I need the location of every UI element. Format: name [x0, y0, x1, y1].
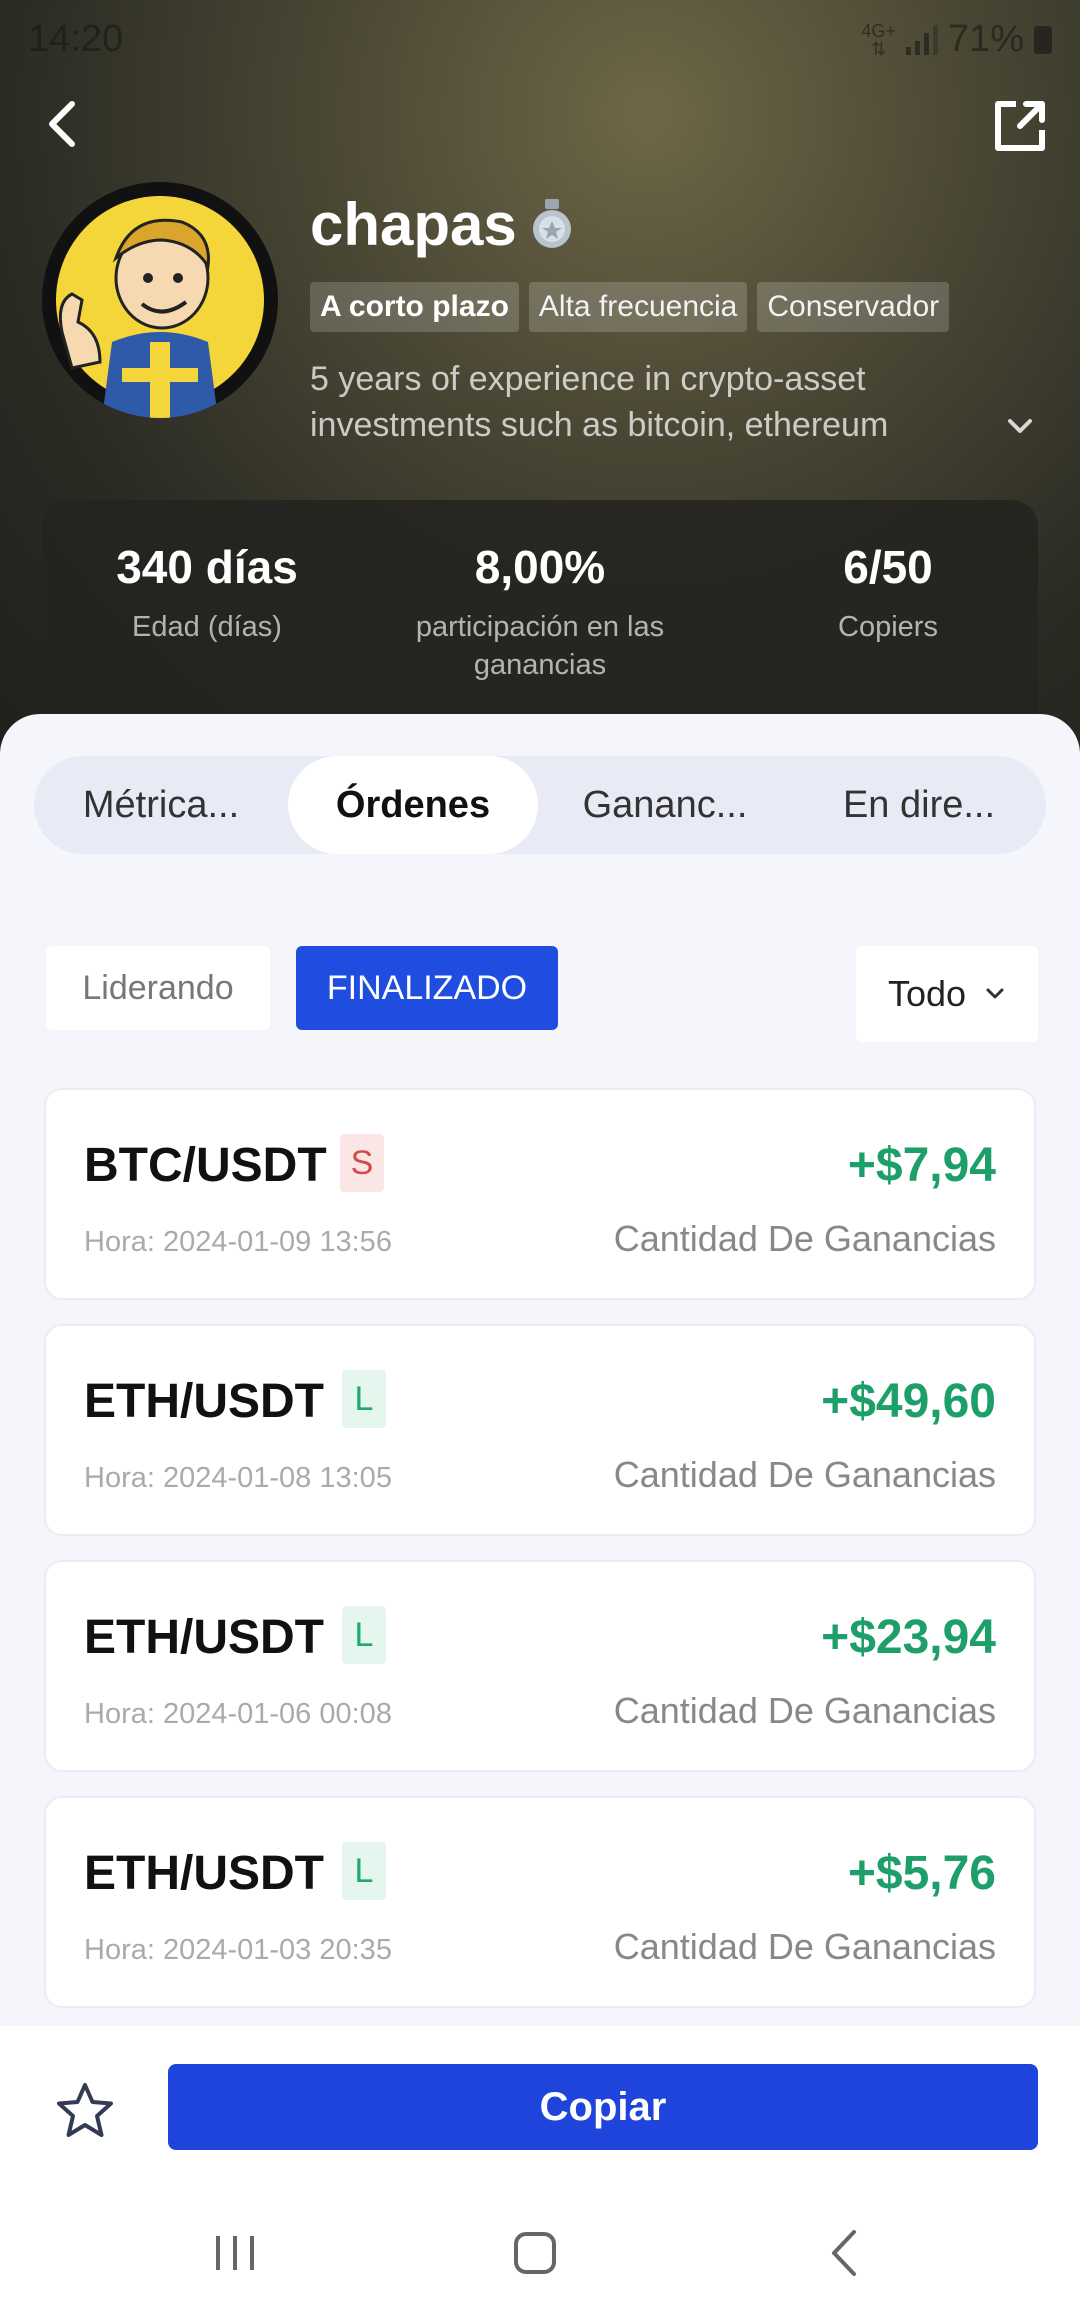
favorite-button[interactable] — [54, 2080, 116, 2142]
battery-icon — [1034, 25, 1052, 54]
trader-name: chapas — [310, 191, 517, 258]
data-arrows-icon: ⇅ — [871, 38, 887, 59]
tab-live[interactable]: En dire... — [792, 756, 1046, 854]
tag-list: A corto plazo Alta frecuencia Conservado… — [310, 282, 950, 332]
order-card[interactable]: ETH/USDT L +$49,60 Hora: 2024-01-08 13:0… — [44, 1324, 1036, 1536]
order-pnl-label: Cantidad De Ganancias — [613, 1218, 996, 1259]
share-button[interactable] — [990, 96, 1050, 156]
segment-finished[interactable]: FINALIZADO — [296, 946, 558, 1030]
filter-value: Todo — [887, 973, 967, 1014]
tag-frequency: Alta frecuencia — [528, 282, 748, 332]
medal-icon — [532, 198, 571, 248]
order-side-badge: L — [342, 1842, 386, 1900]
recents-icon — [216, 2236, 254, 2270]
network-indicator: 4G+ ⇅ — [861, 20, 896, 59]
order-time: Hora: 2024-01-06 00:08 — [84, 1698, 392, 1730]
order-pnl: +$49,60 — [821, 1375, 996, 1428]
name-row: chapas — [310, 190, 573, 259]
segment-leading[interactable]: Liderando — [46, 946, 270, 1030]
order-pnl-label: Cantidad De Ganancias — [613, 1926, 996, 1967]
order-time: Hora: 2024-01-08 13:05 — [84, 1462, 392, 1494]
tag-strategy: A corto plazo — [310, 282, 519, 332]
stat-age: 340 días Edad (días) — [116, 541, 298, 643]
stat-copiers: 6/50 Copiers — [838, 541, 938, 643]
back-button[interactable] — [36, 96, 92, 152]
order-pnl: +$23,94 — [821, 1611, 996, 1664]
order-pair: ETH/USDT — [84, 1611, 324, 1664]
order-pair: BTC/USDT — [84, 1139, 327, 1192]
tag-risk: Conservador — [757, 282, 950, 332]
home-icon — [514, 2232, 556, 2274]
status-indicators: 4G+ ⇅ 71% — [861, 18, 1052, 61]
copy-button[interactable]: Copiar — [168, 2064, 1038, 2150]
order-card[interactable]: BTC/USDT S +$7,94 Hora: 2024-01-09 13:56… — [44, 1088, 1036, 1300]
filter-dropdown[interactable]: Todo — [856, 946, 1038, 1042]
order-time: Hora: 2024-01-09 13:56 — [84, 1226, 392, 1258]
tab-orders[interactable]: Órdenes — [288, 756, 538, 854]
content-sheet: Métrica... Órdenes Gananc... En dire... … — [0, 714, 1080, 2034]
tab-bar: Métrica... Órdenes Gananc... En dire... — [34, 756, 1046, 854]
external-link-icon — [995, 101, 1045, 151]
tab-profits[interactable]: Gananc... — [538, 756, 792, 854]
bottom-action-bar: Copiar — [0, 2026, 1080, 2316]
order-side-badge: S — [340, 1134, 384, 1192]
order-pair: ETH/USDT — [84, 1375, 324, 1428]
order-card[interactable]: ETH/USDT L +$23,94 Hora: 2024-01-06 00:0… — [44, 1560, 1036, 1772]
back-arrow-icon — [832, 2230, 856, 2276]
signal-icon — [905, 24, 938, 55]
order-pnl-label: Cantidad De Ganancias — [613, 1454, 996, 1495]
battery-percent: 71% — [947, 18, 1024, 60]
order-pnl: +$7,94 — [847, 1139, 996, 1192]
nav-back-button[interactable] — [820, 2222, 870, 2282]
order-pnl-label: Cantidad De Ganancias — [613, 1690, 996, 1731]
tab-metrics[interactable]: Métrica... — [34, 756, 288, 854]
nav-home-button[interactable] — [510, 2222, 560, 2282]
order-pnl: +$5,76 — [847, 1847, 996, 1900]
chevron-left-icon — [49, 101, 75, 147]
order-time: Hora: 2024-01-03 20:35 — [84, 1934, 392, 1966]
expand-bio-button[interactable] — [1004, 410, 1036, 442]
status-bar: 14:20 4G+ ⇅ 71% — [0, 0, 1080, 80]
status-time: 14:20 — [28, 18, 124, 60]
bio-text: 5 years of experience in crypto-asset in… — [310, 360, 889, 444]
order-card[interactable]: ETH/USDT L +$5,76 Hora: 2024-01-03 20:35… — [44, 1796, 1036, 2008]
order-pair: ETH/USDT — [84, 1847, 324, 1900]
vault-boy-avatar-icon — [56, 196, 264, 418]
star-icon — [57, 2083, 113, 2137]
avatar — [42, 182, 278, 418]
chevron-down-icon — [986, 988, 1004, 999]
chevron-down-icon — [1008, 419, 1032, 433]
stat-profit-share: 8,00% participación en las ganancias — [415, 541, 665, 681]
order-side-badge: L — [342, 1606, 386, 1664]
profile-header: 14:20 4G+ ⇅ 71% chapas A corto plazo Alt… — [0, 0, 1080, 760]
order-side-badge: L — [342, 1370, 386, 1428]
nav-recents-button[interactable] — [210, 2222, 260, 2282]
